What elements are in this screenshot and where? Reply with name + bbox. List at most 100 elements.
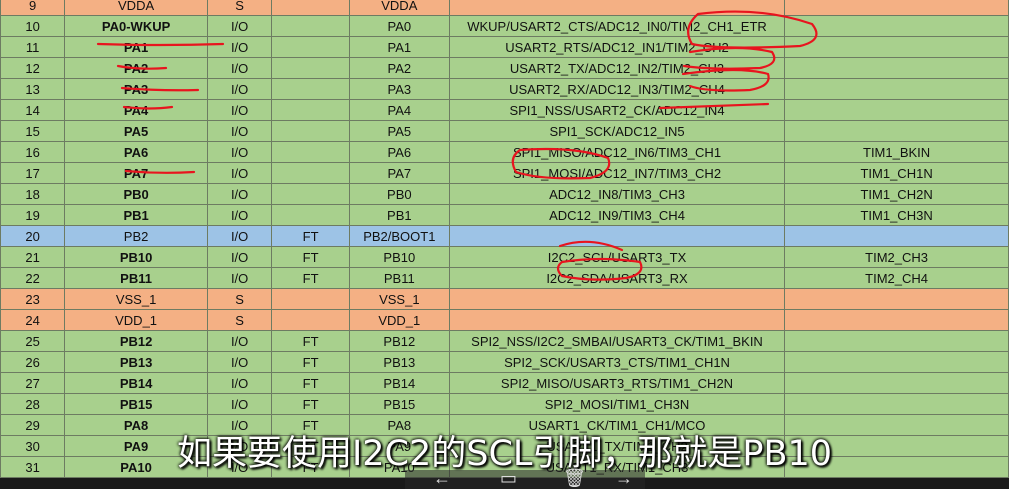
- pin-number-cell[interactable]: 28: [0, 393, 66, 415]
- pin-number-cell[interactable]: 16: [0, 141, 66, 163]
- pin-number-cell[interactable]: 12: [0, 57, 66, 79]
- io-level-cell[interactable]: FT: [271, 246, 350, 268]
- main-function-cell[interactable]: PB13: [348, 351, 450, 373]
- pin-name-cell[interactable]: PA0-WKUP: [64, 15, 208, 37]
- main-function-cell[interactable]: PB10: [348, 246, 450, 268]
- default-alternate-function-cell[interactable]: SPI2_NSS/I2C2_SMBAI/USART3_CK/TIM1_BKIN: [448, 330, 786, 352]
- default-alternate-function-cell[interactable]: [448, 288, 786, 310]
- pin-number-cell[interactable]: 26: [0, 351, 66, 373]
- remap-function-cell[interactable]: [784, 36, 1009, 58]
- io-level-cell[interactable]: [271, 36, 350, 58]
- io-level-cell[interactable]: [271, 141, 350, 163]
- pin-number-cell[interactable]: 14: [0, 99, 66, 121]
- pin-type-cell[interactable]: I/O: [206, 393, 273, 415]
- remap-function-cell[interactable]: [784, 351, 1009, 373]
- pin-name-cell[interactable]: PA5: [64, 120, 208, 142]
- pin-number-cell[interactable]: 10: [0, 15, 66, 37]
- remap-function-cell[interactable]: [784, 120, 1009, 142]
- io-level-cell[interactable]: [271, 204, 350, 226]
- pin-number-cell[interactable]: 15: [0, 120, 66, 142]
- default-alternate-function-cell[interactable]: SPI1_MOSI/ADC12_IN7/TIM3_CH2: [448, 162, 786, 184]
- remap-function-cell[interactable]: [784, 0, 1009, 16]
- io-level-cell[interactable]: [271, 78, 350, 100]
- remap-function-cell[interactable]: [784, 330, 1009, 352]
- remap-function-cell[interactable]: [784, 99, 1009, 121]
- main-function-cell[interactable]: VSS_1: [348, 288, 450, 310]
- save-icon[interactable]: ▭: [500, 468, 517, 489]
- main-function-cell[interactable]: PB1: [348, 204, 450, 226]
- io-level-cell[interactable]: [271, 15, 350, 37]
- pin-name-cell[interactable]: VDD_1: [64, 309, 208, 331]
- io-level-cell[interactable]: FT: [271, 225, 350, 247]
- pin-type-cell[interactable]: I/O: [206, 183, 273, 205]
- pin-type-cell[interactable]: I/O: [206, 36, 273, 58]
- remap-function-cell[interactable]: TIM1_CH1N: [784, 162, 1009, 184]
- pin-type-cell[interactable]: I/O: [206, 162, 273, 184]
- pin-type-cell[interactable]: I/O: [206, 15, 273, 37]
- default-alternate-function-cell[interactable]: USART2_RX/ADC12_IN3/TIM2_CH4: [448, 78, 786, 100]
- pin-type-cell[interactable]: I/O: [206, 267, 273, 289]
- io-level-cell[interactable]: [271, 57, 350, 79]
- pin-number-cell[interactable]: 18: [0, 183, 66, 205]
- pin-type-cell[interactable]: S: [206, 309, 273, 331]
- pin-number-cell[interactable]: 25: [0, 330, 66, 352]
- default-alternate-function-cell[interactable]: SPI1_NSS/USART2_CK/ADC12_IN4: [448, 99, 786, 121]
- remap-function-cell[interactable]: [784, 78, 1009, 100]
- pin-name-cell[interactable]: PB10: [64, 246, 208, 268]
- default-alternate-function-cell[interactable]: I2C2_SDA/USART3_RX: [448, 267, 786, 289]
- pin-number-cell[interactable]: 22: [0, 267, 66, 289]
- pin-name-cell[interactable]: PB15: [64, 393, 208, 415]
- pin-name-cell[interactable]: PA3: [64, 78, 208, 100]
- pin-type-cell[interactable]: I/O: [206, 78, 273, 100]
- default-alternate-function-cell[interactable]: I2C2_SCL/USART3_TX: [448, 246, 786, 268]
- default-alternate-function-cell[interactable]: SPI2_MISO/USART3_RTS/TIM1_CH2N: [448, 372, 786, 394]
- default-alternate-function-cell[interactable]: [448, 0, 786, 16]
- main-function-cell[interactable]: VDD_1: [348, 309, 450, 331]
- pin-name-cell[interactable]: PB1: [64, 204, 208, 226]
- pin-name-cell[interactable]: PB13: [64, 351, 208, 373]
- remap-function-cell[interactable]: TIM2_CH4: [784, 267, 1009, 289]
- default-alternate-function-cell[interactable]: ADC12_IN9/TIM3_CH4: [448, 204, 786, 226]
- delete-icon[interactable]: 🗑: [563, 468, 586, 489]
- default-alternate-function-cell[interactable]: [448, 225, 786, 247]
- io-level-cell[interactable]: [271, 120, 350, 142]
- pin-name-cell[interactable]: PB0: [64, 183, 208, 205]
- main-function-cell[interactable]: PA7: [348, 162, 450, 184]
- default-alternate-function-cell[interactable]: [448, 309, 786, 331]
- io-level-cell[interactable]: [271, 0, 350, 16]
- pin-name-cell[interactable]: PB14: [64, 372, 208, 394]
- pin-type-cell[interactable]: I/O: [206, 204, 273, 226]
- main-function-cell[interactable]: PA2: [348, 57, 450, 79]
- default-alternate-function-cell[interactable]: ADC12_IN8/TIM3_CH3: [448, 183, 786, 205]
- pin-name-cell[interactable]: PA1: [64, 36, 208, 58]
- main-function-cell[interactable]: PB12: [348, 330, 450, 352]
- default-alternate-function-cell[interactable]: SPI1_SCK/ADC12_IN5: [448, 120, 786, 142]
- forward-arrow-icon[interactable]: →: [615, 468, 633, 489]
- main-function-cell[interactable]: PB0: [348, 183, 450, 205]
- io-level-cell[interactable]: FT: [271, 330, 350, 352]
- main-function-cell[interactable]: PA3: [348, 78, 450, 100]
- pin-type-cell[interactable]: I/O: [206, 225, 273, 247]
- main-function-cell[interactable]: PA4: [348, 99, 450, 121]
- default-alternate-function-cell[interactable]: SPI2_SCK/USART3_CTS/TIM1_CH1N: [448, 351, 786, 373]
- default-alternate-function-cell[interactable]: SPI2_MOSI/TIM1_CH3N: [448, 393, 786, 415]
- pin-name-cell[interactable]: PA2: [64, 57, 208, 79]
- remap-function-cell[interactable]: TIM1_CH2N: [784, 183, 1009, 205]
- remap-function-cell[interactable]: [784, 372, 1009, 394]
- remap-function-cell[interactable]: TIM1_BKIN: [784, 141, 1009, 163]
- io-level-cell[interactable]: [271, 99, 350, 121]
- main-function-cell[interactable]: PB11: [348, 267, 450, 289]
- pin-number-cell[interactable]: 11: [0, 36, 66, 58]
- pin-type-cell[interactable]: I/O: [206, 141, 273, 163]
- pin-number-cell[interactable]: 23: [0, 288, 66, 310]
- pin-type-cell[interactable]: I/O: [206, 351, 273, 373]
- video-control-overlay[interactable]: ← ▭ 🗑 →: [405, 468, 645, 489]
- pin-type-cell[interactable]: I/O: [206, 99, 273, 121]
- pin-number-cell[interactable]: 27: [0, 372, 66, 394]
- io-level-cell[interactable]: FT: [271, 372, 350, 394]
- pin-name-cell[interactable]: PB11: [64, 267, 208, 289]
- default-alternate-function-cell[interactable]: USART2_TX/ADC12_IN2/TIM2_CH3: [448, 57, 786, 79]
- main-function-cell[interactable]: PB2/BOOT1: [348, 225, 450, 247]
- pin-name-cell[interactable]: PA6: [64, 141, 208, 163]
- pin-type-cell[interactable]: I/O: [206, 330, 273, 352]
